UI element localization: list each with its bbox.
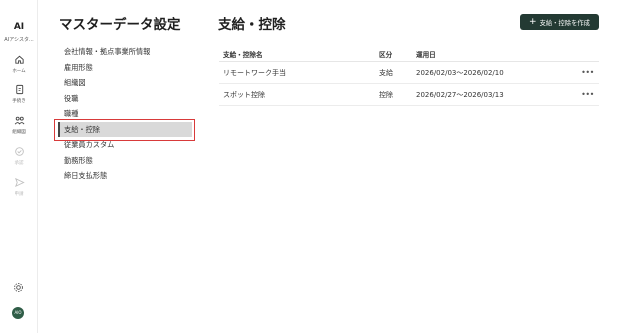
left-rail: AI AIアシスタ... ホーム 手続き 組織図 承認 申請 AIO — [0, 0, 38, 333]
create-button-label: 支給・控除を作成 — [539, 19, 590, 27]
table-row[interactable]: リモートワーク手当 支給 2026/02/03〜2026/02/10 ••• — [219, 62, 599, 84]
menu-item-employment-type[interactable]: 雇用形態 — [58, 60, 192, 76]
menu-item-work-pattern[interactable]: 勤務形態 — [58, 153, 192, 169]
plus-icon: + — [529, 16, 537, 27]
org-chart-icon — [14, 116, 24, 125]
rail-item-home[interactable]: ホーム — [0, 54, 38, 80]
avatar[interactable]: AIO — [12, 307, 24, 319]
home-icon — [14, 55, 24, 64]
procedure-icon — [15, 84, 23, 95]
menu-item-closing-payment[interactable]: 締日支払形態 — [58, 168, 192, 184]
menu-item-org-chart[interactable]: 組織図 — [58, 75, 192, 91]
row-division: 支給 — [379, 68, 393, 77]
rail-item-approval[interactable]: 承認 — [0, 146, 38, 172]
column-header-division: 区分 — [379, 50, 393, 59]
row-name: スポット控除 — [223, 90, 265, 99]
more-options-icon[interactable]: ••• — [576, 68, 599, 77]
rail-label: ホーム — [12, 69, 26, 74]
rail-label: 申請 — [14, 192, 24, 197]
row-name: リモートワーク手当 — [223, 68, 286, 77]
highlight-annotation — [54, 119, 195, 141]
column-header-period: 運用日 — [416, 50, 436, 59]
menu-item-position[interactable]: 役職 — [58, 91, 192, 107]
create-allowance-button[interactable]: + 支給・控除を作成 — [520, 14, 599, 30]
rail-label: 手続き — [12, 99, 26, 104]
rail-item-procedure[interactable]: 手続き — [0, 84, 38, 110]
row-division: 控除 — [379, 90, 393, 99]
rail-label: 組織図 — [12, 130, 26, 135]
table-header: 支給・控除名 区分 運用日 — [219, 46, 599, 62]
page-title: 支給・控除 — [218, 17, 286, 33]
settings-menu: 会社情報・拠点事業所情報 雇用形態 組織図 役職 職種 支給・控除 従業員カスタ… — [58, 44, 192, 184]
app-logo[interactable]: AI — [0, 22, 38, 32]
app-name[interactable]: AIアシスタ... — [0, 36, 38, 43]
menu-title: マスターデータ設定 — [59, 17, 181, 33]
gear-icon[interactable] — [13, 282, 24, 293]
rail-item-org-chart[interactable]: 組織図 — [0, 115, 38, 141]
row-period: 2026/02/03〜2026/02/10 — [416, 68, 504, 77]
rail-label: 承認 — [14, 161, 24, 166]
rail-item-send[interactable]: 申請 — [0, 177, 38, 203]
column-header-name: 支給・控除名 — [223, 50, 263, 59]
send-icon — [14, 177, 25, 188]
table-row[interactable]: スポット控除 控除 2026/02/27〜2026/03/13 ••• — [219, 84, 599, 106]
more-options-icon[interactable]: ••• — [576, 90, 599, 99]
row-period: 2026/02/27〜2026/03/13 — [416, 90, 504, 99]
approval-icon — [14, 147, 24, 156]
allowance-table: 支給・控除名 区分 運用日 リモートワーク手当 支給 2026/02/03〜20… — [219, 46, 599, 106]
menu-item-company-info[interactable]: 会社情報・拠点事業所情報 — [58, 44, 192, 60]
